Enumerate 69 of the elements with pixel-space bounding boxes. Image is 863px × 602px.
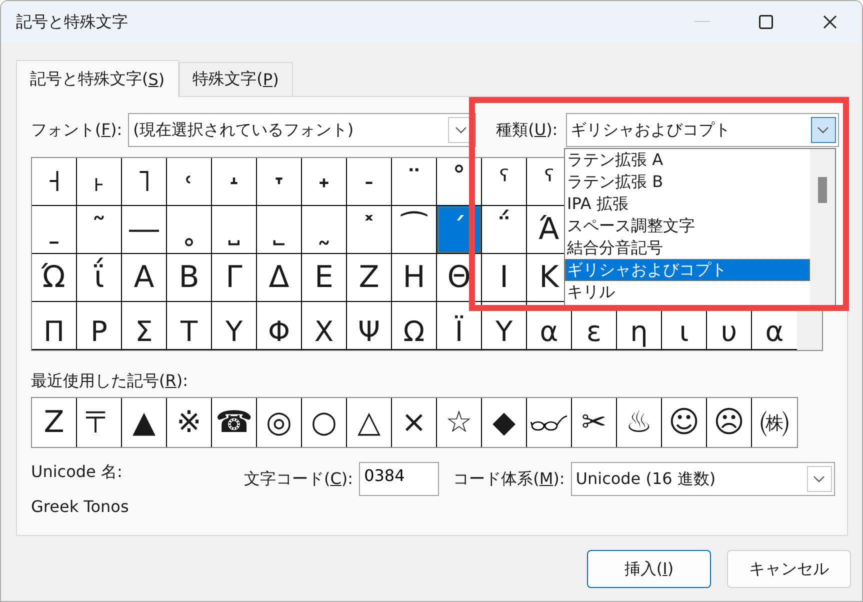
symbol-cell[interactable]: ―: [122, 206, 167, 254]
chevron-down-icon: [817, 126, 830, 134]
symbol-cell[interactable]: Ϊ: [437, 302, 482, 350]
dropdown-button[interactable]: [806, 466, 832, 492]
symbol-cell[interactable]: Σ: [122, 302, 167, 350]
symbol-cell[interactable]: ˍ: [32, 206, 77, 254]
symbol-cell[interactable]: Ω: [392, 302, 437, 350]
dropdown-button[interactable]: [810, 117, 836, 143]
symbol-cell[interactable]: ˟: [347, 206, 392, 254]
symbol-cell[interactable]: ˔: [212, 158, 257, 206]
symbol-cell[interactable]: Γ: [212, 254, 257, 302]
scrollbar-thumb[interactable]: [818, 177, 827, 203]
symbol-cell[interactable]: ˾: [257, 206, 302, 254]
dropdown-option[interactable]: ギリシャおよびコプト: [565, 259, 810, 281]
symbol-cell[interactable]: ˖: [302, 158, 347, 206]
subset-label: 種類(U):: [496, 120, 558, 140]
symbol-cell[interactable]: Χ: [302, 302, 347, 350]
symbol-cell[interactable]: ˕: [257, 158, 302, 206]
glasses-icon[interactable]: [530, 414, 568, 432]
symbol-cell[interactable]: Ψ: [347, 302, 392, 350]
close-icon[interactable]: [823, 15, 837, 29]
symbol-cell[interactable]: ΐ: [77, 254, 122, 302]
symbol-cell[interactable]: Π: [32, 302, 77, 350]
font-dropdown[interactable]: (現在選択されているフォント): [128, 113, 476, 147]
chevron-down-icon: [813, 475, 826, 483]
chevron-down-icon: [454, 126, 467, 134]
symbol-cell[interactable]: Θ: [437, 254, 482, 302]
window-title: 記号と特殊文字: [15, 12, 129, 32]
recent-symbols-label: 最近使用した記号(R):: [31, 371, 190, 392]
subset-dropdown[interactable]: ギリシャおよびコプト: [566, 113, 839, 147]
symbol-cell[interactable]: Ε: [302, 254, 347, 302]
char-code-field[interactable]: 0384: [359, 462, 440, 496]
dialog-button[interactable]: 挿入(I): [587, 550, 711, 588]
symbol-cell[interactable]: ˷: [302, 206, 347, 254]
symbol-cell[interactable]: ˗: [347, 158, 392, 206]
symbol-cell[interactable]: Α: [122, 254, 167, 302]
scrollbar-track[interactable]: [810, 149, 835, 305]
recent-symbol[interactable]: ㈱: [752, 398, 797, 447]
tab[interactable]: 特殊文字(P): [178, 62, 293, 96]
symbol-cell[interactable]: Β: [167, 254, 212, 302]
symbol-cell[interactable]: ˫: [77, 158, 122, 206]
symbol-cell[interactable]: Υ: [482, 302, 527, 350]
symbol-cell[interactable]: Υ: [212, 302, 257, 350]
symbol-cell[interactable]: Τ: [167, 302, 212, 350]
symbol-cell[interactable]: Ι: [482, 254, 527, 302]
symbol-cell[interactable]: Ώ: [32, 254, 77, 302]
tab[interactable]: 記号と特殊文字(S): [16, 60, 179, 97]
symbol-cell[interactable]: ˧: [32, 158, 77, 206]
maximize-icon[interactable]: [759, 15, 773, 29]
symbol-cell[interactable]: Ρ: [77, 302, 122, 350]
symbol-cell[interactable]: Δ: [257, 254, 302, 302]
symbol-cell[interactable]: ˳: [167, 206, 212, 254]
font-label: フォント(F):: [31, 120, 122, 140]
symbol-cell[interactable]: ˓: [167, 158, 212, 206]
symbol-cell[interactable]: ˽: [212, 206, 257, 254]
symbol-cell[interactable]: ¨: [392, 158, 437, 206]
symbol-cell[interactable]: ˤ: [482, 158, 527, 206]
dialog-button[interactable]: キャンセル: [727, 550, 851, 588]
code-system-label: コード体系(M):: [453, 468, 565, 490]
symbol-cell[interactable]: Φ: [257, 302, 302, 350]
symbol-cell[interactable]: ΅: [482, 206, 527, 254]
char-code-label: 文字コード(C):: [244, 468, 354, 490]
symbol-cell[interactable]: ˜: [77, 206, 122, 254]
unicode-name-label: Unicode 名:: [31, 462, 124, 483]
symbol-cell[interactable]: ˥: [122, 158, 167, 206]
unicode-name-value: Greek Tonos: [31, 497, 130, 516]
code-system-dropdown[interactable]: Unicode (16 進数): [570, 462, 835, 496]
symbol-cell[interactable]: Η: [392, 254, 437, 302]
symbol-cell[interactable]: Ζ: [347, 254, 392, 302]
